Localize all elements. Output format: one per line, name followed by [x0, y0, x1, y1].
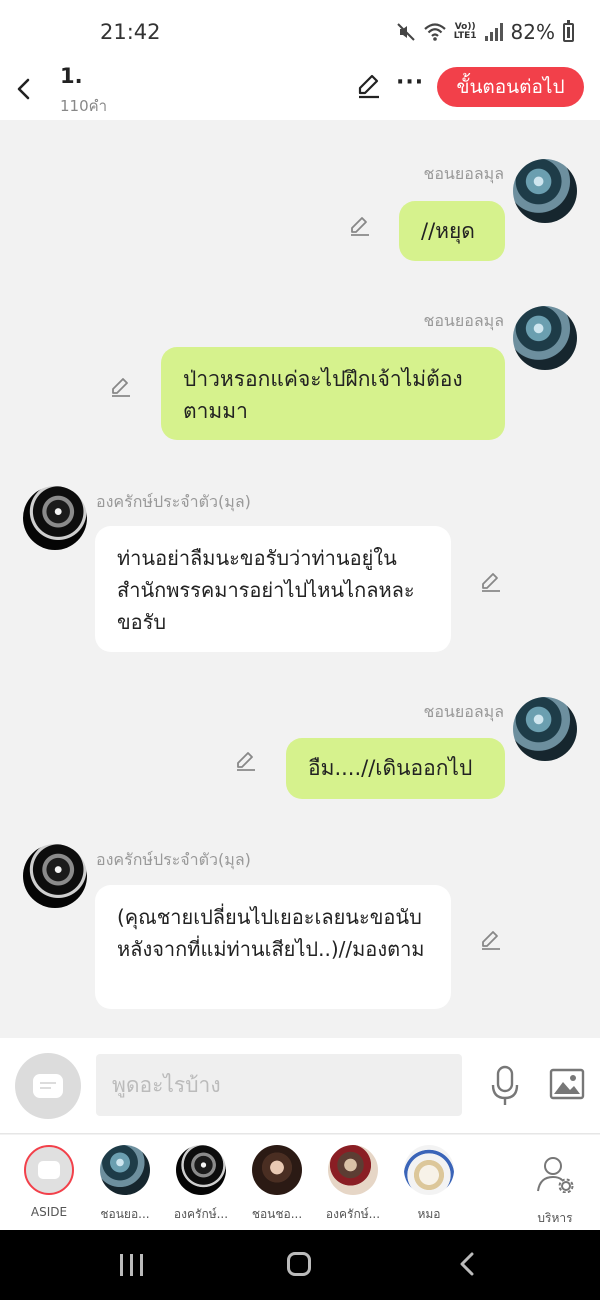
battery-icon: [563, 19, 574, 42]
character-avatar: [404, 1145, 454, 1195]
tray-item-aside[interactable]: ASIDE: [11, 1145, 87, 1219]
chat-messages[interactable]: ชอนยอลมุล //หยุด ชอนยอลมุล ป่าวหรอกแค่จะ…: [0, 120, 600, 1038]
chat-header: 1. 110คำ ··· ขั้นตอนต่อไป: [0, 64, 600, 120]
avatar[interactable]: [513, 159, 577, 223]
edit-message-icon[interactable]: [233, 748, 259, 774]
status-time: 21:42: [100, 20, 161, 44]
edit-message-icon[interactable]: [478, 569, 504, 595]
tray-label: หมอ: [417, 1207, 441, 1221]
edit-message-icon[interactable]: [478, 927, 504, 953]
tray-item-character[interactable]: องครักษ์...: [163, 1145, 239, 1224]
edit-message-icon[interactable]: [347, 213, 373, 239]
tray-item-character[interactable]: องครักษ์...: [315, 1145, 391, 1224]
tray-label: ASIDE: [30, 1205, 68, 1219]
tray-label: ชอนยอ...: [100, 1207, 150, 1221]
wifi-icon: [424, 23, 446, 41]
tray-label: ชอนชอ...: [251, 1207, 303, 1221]
message-bubble[interactable]: ป่าวหรอกแค่จะไปฝึกเจ้าไม่ต้องตามมา: [161, 347, 505, 440]
home-icon[interactable]: [287, 1252, 311, 1276]
word-count: 110คำ: [60, 97, 108, 115]
edit-pencil-icon[interactable]: [355, 72, 383, 100]
character-avatar: [176, 1145, 226, 1195]
sender-name: ชอนยอลมุล: [423, 311, 504, 330]
tray-item-character[interactable]: ชอนยอ...: [87, 1145, 163, 1224]
tray-item-character[interactable]: ชอนชอ...: [239, 1145, 315, 1224]
system-nav-bar: [0, 1230, 600, 1300]
sender-name: ชอนยอลมุล: [423, 702, 504, 721]
status-icons: Vo)) LTE1 82%: [396, 19, 574, 44]
back-arrow-icon[interactable]: [10, 70, 38, 106]
network-type: Vo)) LTE1: [453, 22, 477, 41]
avatar[interactable]: [513, 306, 577, 370]
aside-icon: [33, 1074, 63, 1098]
manage-button[interactable]: บริหาร: [530, 1155, 580, 1228]
avatar[interactable]: [513, 697, 577, 761]
image-icon[interactable]: [549, 1068, 585, 1100]
status-bar: 21:42 Vo)) LTE1 82%: [0, 0, 600, 64]
system-back-icon[interactable]: [456, 1250, 480, 1278]
recent-apps-icon[interactable]: [120, 1254, 144, 1276]
microphone-icon[interactable]: [488, 1064, 522, 1108]
message-bubble[interactable]: ท่านอย่าลืมนะขอรับว่าท่านอยู่ในสำนักพรรค…: [95, 526, 451, 652]
character-avatar: [328, 1145, 378, 1195]
avatar[interactable]: [23, 486, 87, 550]
character-avatar: [252, 1145, 302, 1195]
aside-icon: [24, 1145, 74, 1195]
next-step-button[interactable]: ขั้นตอนต่อไป: [437, 67, 584, 107]
message-bubble[interactable]: (คุณชายเปลี่ยนไปเยอะเลยนะขอนับหลังจากที่…: [95, 885, 451, 1009]
tray-label: องครักษ์...: [325, 1207, 381, 1221]
character-tray: ASIDE ชอนยอ... องครักษ์... ชอนชอ... องคร…: [0, 1135, 600, 1230]
edit-message-icon[interactable]: [108, 374, 134, 400]
signal-icon: [484, 23, 503, 41]
battery-percent: 82%: [510, 20, 555, 44]
avatar[interactable]: [23, 844, 87, 908]
tray-label: องครักษ์...: [173, 1207, 229, 1221]
message-bubble[interactable]: อืม....//เดินออกไป: [286, 738, 505, 799]
sender-name: ชอนยอลมุล: [423, 164, 504, 183]
person-settings-icon: [537, 1157, 574, 1194]
sender-name: องครักษ์ประจำตัว(มุล): [96, 492, 251, 511]
message-bubble[interactable]: //หยุด: [399, 201, 505, 261]
message-input[interactable]: [96, 1054, 462, 1116]
more-options-icon[interactable]: ···: [396, 70, 423, 100]
composer-bar: [0, 1038, 600, 1134]
tray-item-character[interactable]: หมอ: [391, 1145, 467, 1224]
aside-toggle-button[interactable]: [15, 1053, 81, 1119]
chat-title: 1.: [60, 64, 83, 88]
character-avatar: [100, 1145, 150, 1195]
sender-name: องครักษ์ประจำตัว(มุล): [96, 850, 251, 869]
mute-icon: [397, 23, 415, 41]
manage-label: บริหาร: [537, 1211, 573, 1225]
